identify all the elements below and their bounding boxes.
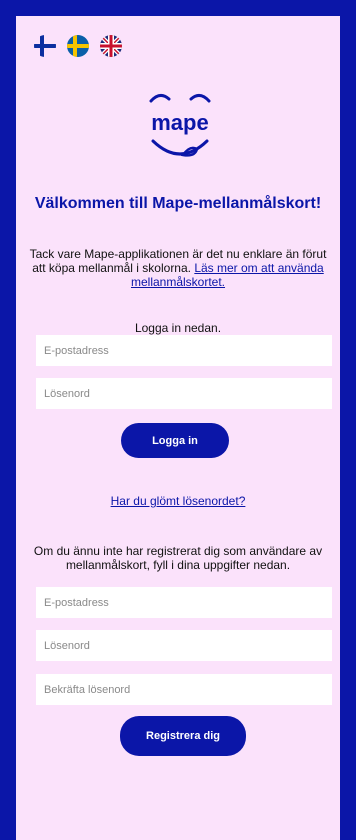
register-prompt: Om du ännu inte har registrerat dig som …: [33, 544, 323, 572]
login-password-input[interactable]: [36, 378, 332, 409]
login-prompt: Logga in nedan.: [134, 321, 222, 335]
logo-text: mape: [151, 110, 208, 135]
login-button[interactable]: Logga in: [121, 423, 229, 458]
register-button[interactable]: Registrera dig: [120, 716, 246, 756]
main-panel: mape Välkommen till Mape-mellanmålskort!…: [16, 16, 340, 840]
register-password-input[interactable]: [36, 630, 332, 661]
login-email-input[interactable]: [36, 335, 332, 366]
english-flag-icon[interactable]: [100, 35, 122, 57]
swedish-flag-icon[interactable]: [67, 35, 89, 57]
language-selector: [34, 35, 122, 57]
forgot-password-link[interactable]: Har du glömt lösenordet?: [16, 494, 340, 508]
page-title: Välkommen till Mape-mellanmålskort!: [34, 195, 322, 212]
intro-paragraph: Tack vare Mape-applikationen är det nu e…: [26, 247, 330, 289]
register-email-input[interactable]: [36, 587, 332, 618]
register-confirm-password-input[interactable]: [36, 674, 332, 705]
finnish-flag-icon[interactable]: [34, 35, 56, 57]
mape-logo: mape: [145, 85, 215, 175]
